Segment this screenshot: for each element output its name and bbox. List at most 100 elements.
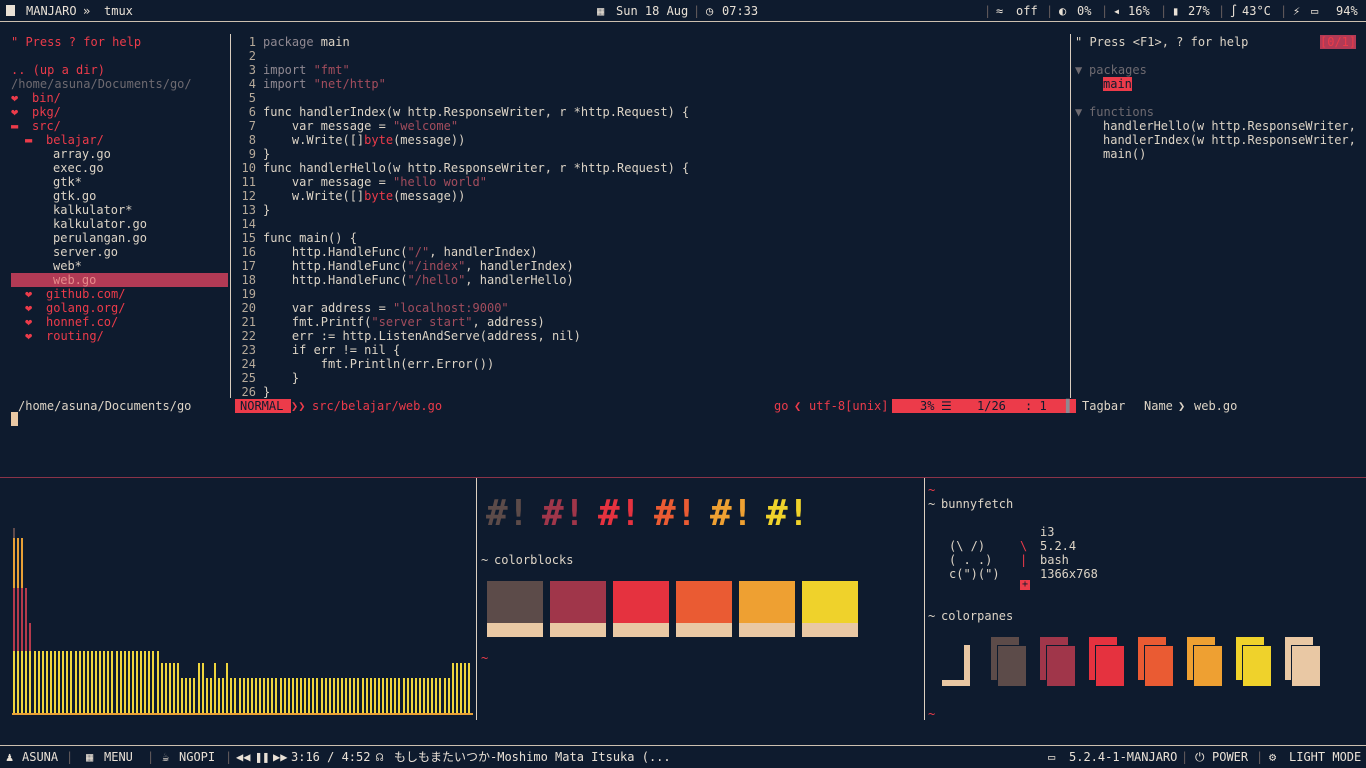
visualizer-bar bbox=[250, 678, 253, 713]
visualizer-bar bbox=[70, 651, 73, 713]
tree-item[interactable]: web* bbox=[53, 259, 82, 273]
tree-item[interactable]: perulangan.go bbox=[53, 231, 147, 245]
code-line[interactable]: fmt.Println(err.Error()) bbox=[263, 357, 494, 371]
fold-icon[interactable]: ▼ bbox=[1075, 63, 1082, 77]
visualizer-bar bbox=[164, 663, 167, 713]
code-line[interactable]: } bbox=[263, 385, 270, 399]
code-line[interactable]: http.HandleFunc("/index", handlerIndex) bbox=[263, 259, 574, 273]
user-icon: ♟ bbox=[6, 750, 14, 764]
code-token: import bbox=[263, 77, 314, 91]
packages-label[interactable]: packages bbox=[1089, 63, 1147, 77]
time-label[interactable]: 07:33 bbox=[722, 3, 758, 19]
color-block bbox=[676, 581, 732, 623]
volume-level[interactable]: 16% bbox=[1128, 3, 1150, 19]
function-item[interactable]: main() bbox=[1103, 147, 1146, 161]
code-line[interactable]: } bbox=[263, 371, 299, 385]
visualizer-bar bbox=[127, 651, 130, 713]
user-label[interactable]: ASUNA bbox=[22, 749, 58, 765]
tree-item[interactable]: web.go bbox=[53, 273, 96, 287]
fold-icon[interactable]: ▼ bbox=[1075, 105, 1082, 119]
color-block-base bbox=[676, 623, 732, 637]
pause-icon[interactable]: ❚❚ bbox=[255, 749, 269, 765]
bunny-art-line: (\ /) bbox=[949, 539, 986, 553]
code-line[interactable]: func handlerHello(w http.ResponseWriter,… bbox=[263, 161, 689, 175]
ngopi-button[interactable]: NGOPI bbox=[179, 749, 215, 765]
workspace-label[interactable]: MANJARO bbox=[26, 3, 77, 19]
line-number: 24 bbox=[241, 357, 256, 371]
visualizer-bar bbox=[205, 678, 208, 713]
code-token: "server start" bbox=[371, 315, 473, 329]
code-line[interactable]: fmt.Printf("server start", address) bbox=[263, 315, 545, 329]
function-item[interactable]: handlerIndex(w http.ResponseWriter, bbox=[1103, 133, 1356, 147]
code-line[interactable]: } bbox=[263, 147, 270, 161]
code-line[interactable]: http.HandleFunc("/hello", handlerHello) bbox=[263, 273, 574, 287]
tree-item[interactable]: bin/ bbox=[32, 91, 61, 105]
tree-item[interactable]: src/ bbox=[32, 119, 61, 133]
code-line[interactable]: import "fmt" bbox=[263, 63, 350, 77]
color-block bbox=[613, 581, 669, 623]
code-line[interactable]: func handlerIndex(w http.ResponseWriter,… bbox=[263, 105, 689, 119]
tree-item[interactable]: exec.go bbox=[53, 161, 104, 175]
visualizer-bar bbox=[103, 651, 106, 713]
code-line[interactable]: func main() { bbox=[263, 231, 357, 245]
tree-item[interactable]: gtk* bbox=[53, 175, 82, 189]
code-line[interactable]: import "net/http" bbox=[263, 77, 386, 91]
code-token: package bbox=[263, 35, 321, 49]
tree-item[interactable]: golang.org/ bbox=[46, 301, 125, 315]
code-line[interactable]: var message = "hello world" bbox=[263, 175, 487, 189]
code-line[interactable]: w.Write([]byte(message)) bbox=[263, 133, 465, 147]
next-icon[interactable]: ▶▶ bbox=[273, 749, 287, 765]
tree-item[interactable]: routing/ bbox=[46, 329, 104, 343]
up-dir-link[interactable]: .. (up a dir) bbox=[11, 63, 105, 77]
visualizer-bar bbox=[37, 651, 40, 713]
code-line[interactable]: } bbox=[263, 203, 270, 217]
code-token: func handlerIndex(w http.ResponseWriter,… bbox=[263, 105, 690, 119]
code-line[interactable]: var message = "welcome" bbox=[263, 119, 458, 133]
tree-item[interactable]: server.go bbox=[53, 245, 118, 259]
vim-position: 1/26 bbox=[977, 399, 1006, 413]
wifi-status[interactable]: off bbox=[1016, 3, 1038, 19]
tree-item[interactable]: gtk.go bbox=[53, 189, 96, 203]
tree-item[interactable]: kalkulator.go bbox=[53, 217, 147, 231]
functions-label[interactable]: functions bbox=[1089, 105, 1154, 119]
tagbar-status-arrow: ▌ bbox=[1066, 399, 1074, 413]
code-line[interactable]: err := http.ListenAndServe(address, nil) bbox=[263, 329, 581, 343]
code-line[interactable]: package main bbox=[263, 35, 350, 49]
tree-root-path: /home/asuna/Documents/go/ bbox=[11, 77, 192, 91]
function-item[interactable]: handlerHello(w http.ResponseWriter, bbox=[1103, 119, 1356, 133]
tree-item[interactable]: kalkulator* bbox=[53, 203, 132, 217]
line-number: 4 bbox=[248, 77, 256, 91]
code-token: func main() { bbox=[263, 231, 357, 245]
tree-item[interactable]: honnef.co/ bbox=[46, 315, 118, 329]
power-button[interactable]: POWER bbox=[1212, 749, 1248, 765]
visualizer-bar bbox=[423, 678, 425, 713]
code-token: "localhost:9000" bbox=[393, 301, 509, 315]
tree-item[interactable]: pkg/ bbox=[32, 105, 61, 119]
visualizer-bar bbox=[287, 678, 290, 713]
bottom-bar: ♟ ASUNA | ▦ MENU | ☕ NGOPI | ◀◀ ❚❚ ▶▶ 3:… bbox=[0, 745, 1366, 768]
previous-icon[interactable]: ◀◀ bbox=[236, 749, 250, 765]
memory-icon: ▮ bbox=[1172, 4, 1180, 18]
visualizer-bar bbox=[123, 651, 126, 713]
menu-button[interactable]: MENU bbox=[104, 749, 133, 765]
package-main[interactable]: main bbox=[1103, 77, 1132, 91]
visualizer-bar bbox=[341, 678, 343, 713]
date-label[interactable]: Sun 18 Aug bbox=[616, 3, 688, 19]
code-line[interactable]: if err != nil { bbox=[263, 343, 400, 357]
song-title[interactable]: もしもまたいつか-Moshimo Mata Itsuka (... bbox=[394, 749, 671, 765]
line-number: 25 bbox=[241, 371, 256, 385]
tree-item[interactable]: belajar/ bbox=[46, 133, 104, 147]
code-line[interactable]: w.Write([]byte(message)) bbox=[263, 189, 465, 203]
light-mode-button[interactable]: LIGHT MODE bbox=[1289, 749, 1361, 765]
tree-item[interactable]: array.go bbox=[53, 147, 111, 161]
tree-item[interactable]: github.com/ bbox=[46, 287, 125, 301]
code-line[interactable]: http.HandleFunc("/", handlerIndex) bbox=[263, 245, 538, 259]
code-line[interactable]: var address = "localhost:9000" bbox=[263, 301, 509, 315]
visualizer-bar bbox=[414, 678, 417, 713]
line-number: 7 bbox=[248, 119, 256, 133]
visualizer-bar bbox=[58, 651, 61, 713]
vim-encoding: utf-8[unix] bbox=[809, 399, 889, 413]
code-token: var message = bbox=[263, 119, 394, 133]
visualizer-bar bbox=[189, 678, 192, 713]
visualizer-bar bbox=[144, 651, 147, 713]
